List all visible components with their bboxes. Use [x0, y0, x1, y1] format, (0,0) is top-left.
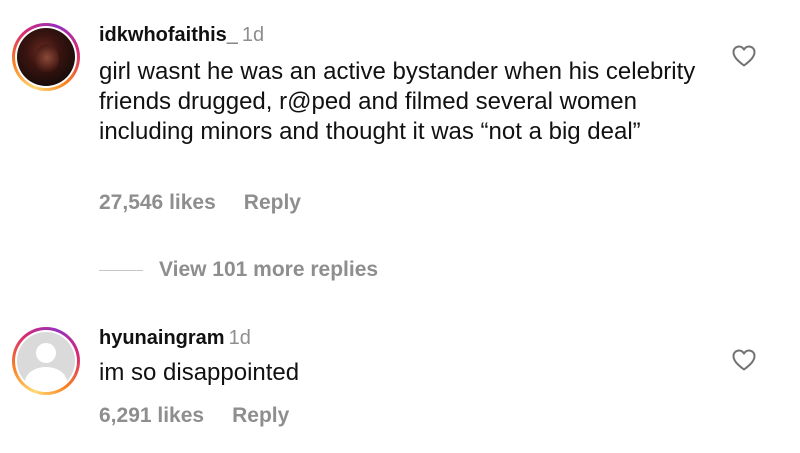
reply-button[interactable]: Reply — [244, 191, 301, 214]
comment-text: girl wasnt he was an active bystander wh… — [99, 58, 696, 145]
comment-header: hyunaingram 1d — [99, 327, 251, 350]
comment-meta: 6,291 likes Reply — [99, 404, 289, 428]
likes-count[interactable]: 27,546 likes — [99, 191, 216, 214]
comment-timestamp: 1d — [241, 24, 265, 46]
avatar-story-ring[interactable] — [12, 23, 80, 91]
view-more-replies-label: View 101 more replies — [159, 258, 379, 281]
username-link[interactable]: idkwhofaithis_ — [99, 24, 238, 46]
likes-count[interactable]: 6,291 likes — [99, 404, 204, 427]
comment-meta: 27,546 likes Reply — [99, 191, 301, 215]
heart-icon[interactable] — [732, 45, 756, 67]
avatar-story-ring[interactable] — [12, 327, 80, 395]
comment-header: idkwhofaithis_ 1d — [99, 24, 264, 47]
heart-icon[interactable] — [732, 349, 756, 371]
comment-timestamp: 1d — [228, 327, 251, 349]
view-more-replies-button[interactable]: View 101 more replies — [99, 258, 378, 282]
avatar — [17, 332, 75, 390]
avatar — [17, 28, 75, 86]
reply-button[interactable]: Reply — [232, 404, 289, 427]
comment-text: im so disappointed — [99, 359, 300, 386]
replies-divider — [99, 269, 143, 271]
username-link[interactable]: hyunaingram — [99, 327, 225, 349]
